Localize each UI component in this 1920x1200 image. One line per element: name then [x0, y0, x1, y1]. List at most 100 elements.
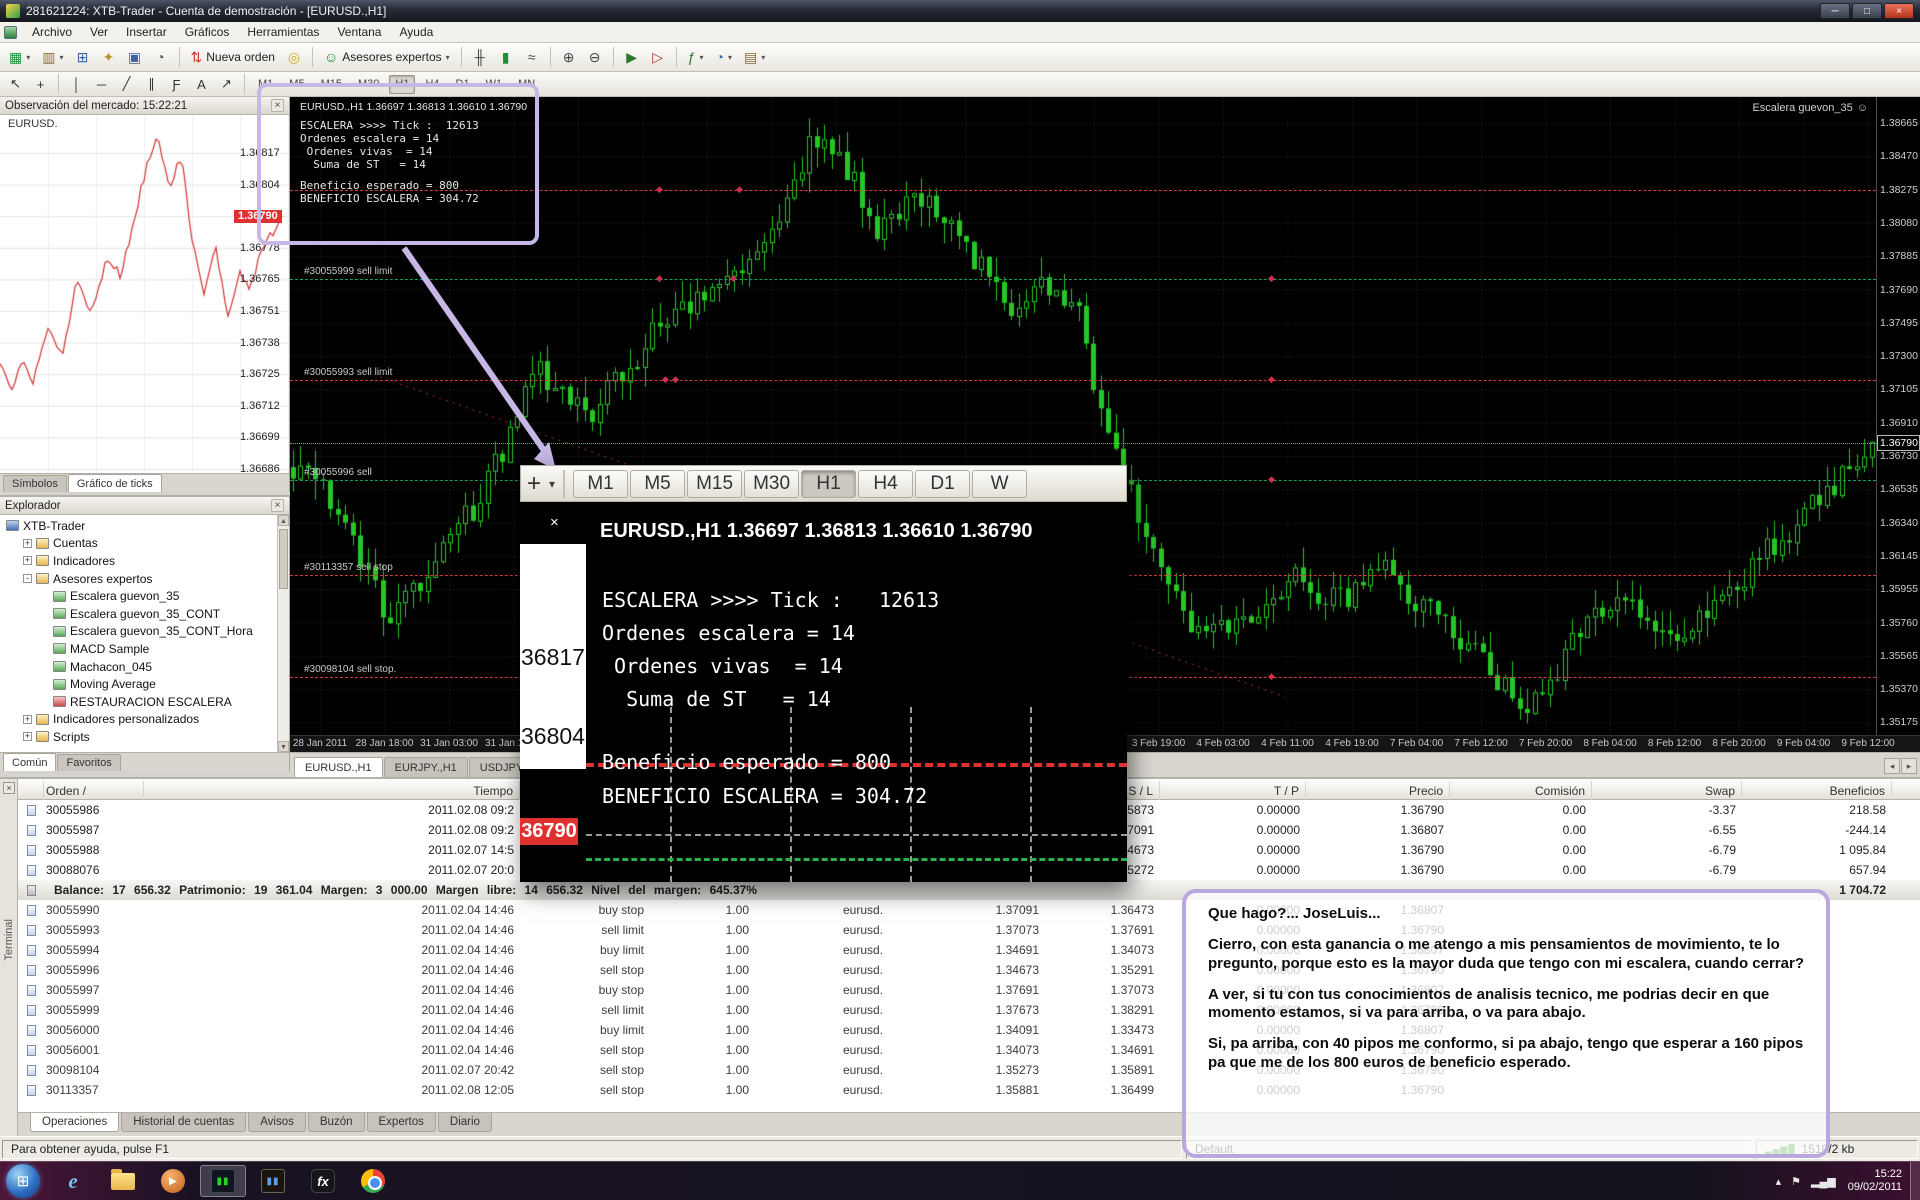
- toolbar-chart-shift[interactable]: ▷: [646, 45, 670, 69]
- close-icon[interactable]: ×: [3, 782, 15, 794]
- timeframe-h1[interactable]: H1: [389, 75, 415, 94]
- tree-item-cuentas[interactable]: +Cuentas: [0, 535, 277, 553]
- toolbar-vertical-line-tool[interactable]: │: [65, 74, 88, 95]
- tree-expander-icon[interactable]: +: [23, 556, 32, 565]
- chart-tab-eurjpy-h1[interactable]: EURJPY.,H1: [384, 757, 468, 777]
- timeframe-m15[interactable]: M15: [315, 75, 348, 94]
- tree-expander-icon[interactable]: +: [23, 715, 32, 724]
- toolbar-channel-tool[interactable]: ∥: [140, 74, 163, 95]
- column-header-swap[interactable]: Swap: [1592, 781, 1742, 800]
- taskbar-windows-explorer[interactable]: [100, 1165, 146, 1197]
- taskbar-chrome[interactable]: [350, 1165, 396, 1197]
- terminal-tab-expertos[interactable]: Expertos: [367, 1113, 436, 1132]
- toolbar-chart-bars[interactable]: ╫: [468, 45, 492, 69]
- toolbar-text-tool[interactable]: A: [190, 74, 213, 95]
- terminal-tab-buz-n[interactable]: Buzón: [308, 1113, 365, 1132]
- tree-expander-icon[interactable]: -: [23, 574, 32, 583]
- tree-item-xtb-trader[interactable]: XTB-Trader: [0, 517, 277, 535]
- toolbar-horizontal-line-tool[interactable]: ─: [90, 74, 113, 95]
- tree-expander-icon[interactable]: +: [23, 539, 32, 548]
- toolbar-chart-candles[interactable]: ▮: [494, 45, 518, 69]
- tree-item-restauracion-escalera[interactable]: RESTAURACION ESCALERA: [0, 693, 277, 711]
- toolbar-zoom-in[interactable]: ⊕: [557, 45, 581, 69]
- tick-chart-canvas[interactable]: [0, 115, 289, 473]
- timeframe-m5[interactable]: M5: [283, 75, 310, 94]
- scroll-up-icon[interactable]: ▲: [278, 515, 289, 526]
- tree-item-asesores-expertos[interactable]: -Asesores expertos: [0, 570, 277, 588]
- timeframe-d1[interactable]: D1: [450, 75, 476, 94]
- tree-item-moving-average[interactable]: Moving Average: [0, 675, 277, 693]
- close-icon[interactable]: ×: [271, 99, 284, 112]
- tree-item-scripts[interactable]: +Scripts: [0, 728, 277, 746]
- toolbar-navigator-toggle[interactable]: ✦: [97, 45, 121, 69]
- terminal-tab-diario[interactable]: Diario: [438, 1113, 492, 1132]
- timeframe-h4[interactable]: H4: [419, 75, 445, 94]
- column-header-tp[interactable]: T / P: [1160, 781, 1306, 800]
- tree-item-indicadores-personalizados[interactable]: +Indicadores personalizados: [0, 711, 277, 729]
- chart-tabs-scroll-right[interactable]: ▸: [1901, 758, 1917, 774]
- menu-ver[interactable]: Ver: [81, 23, 117, 41]
- menu-ventana[interactable]: Ventana: [328, 23, 390, 41]
- toolbar-periods[interactable]: ◔▾: [710, 45, 736, 69]
- tree-item-machacon-045[interactable]: Machacon_045: [0, 658, 277, 676]
- timeframe-m1[interactable]: M1: [252, 75, 279, 94]
- taskbar-internet-explorer[interactable]: e: [50, 1165, 96, 1197]
- column-header-orden[interactable]: Orden /: [44, 781, 144, 800]
- tree-item-escalera-guevon-35[interactable]: Escalera guevon_35: [0, 587, 277, 605]
- toolbar-market-watch-toggle[interactable]: ⊞: [71, 45, 95, 69]
- toolbar-new-order[interactable]: ⇅Nueva orden: [186, 45, 280, 69]
- taskbar-media-player[interactable]: ▶: [150, 1165, 196, 1197]
- timeframe-m30[interactable]: M30: [352, 75, 385, 94]
- tab-gr-fico-de-ticks[interactable]: Gráfico de ticks: [68, 474, 162, 492]
- taskbar-metatrader[interactable]: ▮▮: [250, 1165, 296, 1197]
- close-icon[interactable]: ×: [271, 499, 284, 512]
- close-icon[interactable]: ×: [550, 514, 559, 531]
- tick-chart[interactable]: EURUSD. 1.368171.368041.367901.367781.36…: [0, 115, 289, 473]
- toolbar-cursor-tool[interactable]: ↖: [4, 74, 27, 95]
- column-header-comision[interactable]: Comisión: [1450, 781, 1592, 800]
- column-header-precio2[interactable]: Precio: [1306, 781, 1450, 800]
- column-header-tiempo[interactable]: Tiempo: [144, 781, 520, 800]
- menu-herramientas[interactable]: Herramientas: [238, 23, 328, 41]
- menu-archivo[interactable]: Archivo: [23, 23, 81, 41]
- chart-tab-eurusd-h1[interactable]: EURUSD.,H1: [294, 757, 383, 777]
- minimize-button[interactable]: ─: [1820, 3, 1850, 19]
- toolbar-profiles[interactable]: ▥▾: [37, 45, 68, 69]
- toolbar-indicators-list[interactable]: ƒ▾: [683, 45, 709, 69]
- toolbar-templates[interactable]: ▤▾: [739, 45, 770, 69]
- toolbar-fibonacci-tool[interactable]: Ƒ: [165, 74, 188, 95]
- hidden-icons-icon[interactable]: ▴: [1776, 1175, 1782, 1188]
- tree-item-macd-sample[interactable]: MACD Sample: [0, 640, 277, 658]
- toolbar-terminal-toggle[interactable]: ▣: [123, 45, 147, 69]
- taskbar-fx-app[interactable]: fx: [300, 1165, 346, 1197]
- toolbar-new-chart[interactable]: ▦▾: [4, 45, 35, 69]
- toolbar-chart-line[interactable]: ≈: [520, 45, 544, 69]
- tree-item-indicadores[interactable]: +Indicadores: [0, 552, 277, 570]
- timeframe-w1[interactable]: W1: [480, 75, 509, 94]
- taskbar-clock[interactable]: 15:22 09/02/2011: [1840, 1168, 1910, 1194]
- tab-com-n[interactable]: Común: [3, 753, 56, 771]
- timeframe-mn[interactable]: MN: [512, 75, 541, 94]
- chart-tabs-scroll-left[interactable]: ◂: [1884, 758, 1900, 774]
- toolbar-arrows-tool[interactable]: ↗: [215, 74, 238, 95]
- maximize-button[interactable]: □: [1852, 3, 1882, 19]
- menu-gr-ficos[interactable]: Gráficos: [176, 23, 239, 41]
- action-center-icon[interactable]: ⚑: [1791, 1175, 1801, 1188]
- tree-item-escalera-guevon-35-cont-hora[interactable]: Escalera guevon_35_CONT_Hora: [0, 623, 277, 641]
- terminal-tab-avisos[interactable]: Avisos: [248, 1113, 306, 1132]
- tree-item-escalera-guevon-35-cont[interactable]: Escalera guevon_35_CONT: [0, 605, 277, 623]
- terminal-tab-operaciones[interactable]: Operaciones: [30, 1113, 119, 1132]
- show-desktop-button[interactable]: [1910, 1162, 1920, 1200]
- taskbar-xtb-trader[interactable]: ▮▮: [200, 1165, 246, 1197]
- column-header-beneficios[interactable]: Beneficios: [1742, 781, 1892, 800]
- start-button[interactable]: ⊞: [6, 1164, 40, 1198]
- tree-expander-icon[interactable]: +: [23, 732, 32, 741]
- toolbar-auto-scroll[interactable]: ▶: [620, 45, 644, 69]
- toolbar-history-center[interactable]: ◎: [282, 45, 306, 69]
- navigator-scrollbar[interactable]: ▲ ▼: [277, 515, 289, 752]
- scroll-down-icon[interactable]: ▼: [278, 741, 289, 752]
- toolbar-zoom-out[interactable]: ⊖: [583, 45, 607, 69]
- close-button[interactable]: ×: [1884, 3, 1914, 19]
- toolbar-expert-advisors[interactable]: ☺Asesores expertos▾: [319, 45, 455, 69]
- tab-favoritos[interactable]: Favoritos: [57, 754, 120, 771]
